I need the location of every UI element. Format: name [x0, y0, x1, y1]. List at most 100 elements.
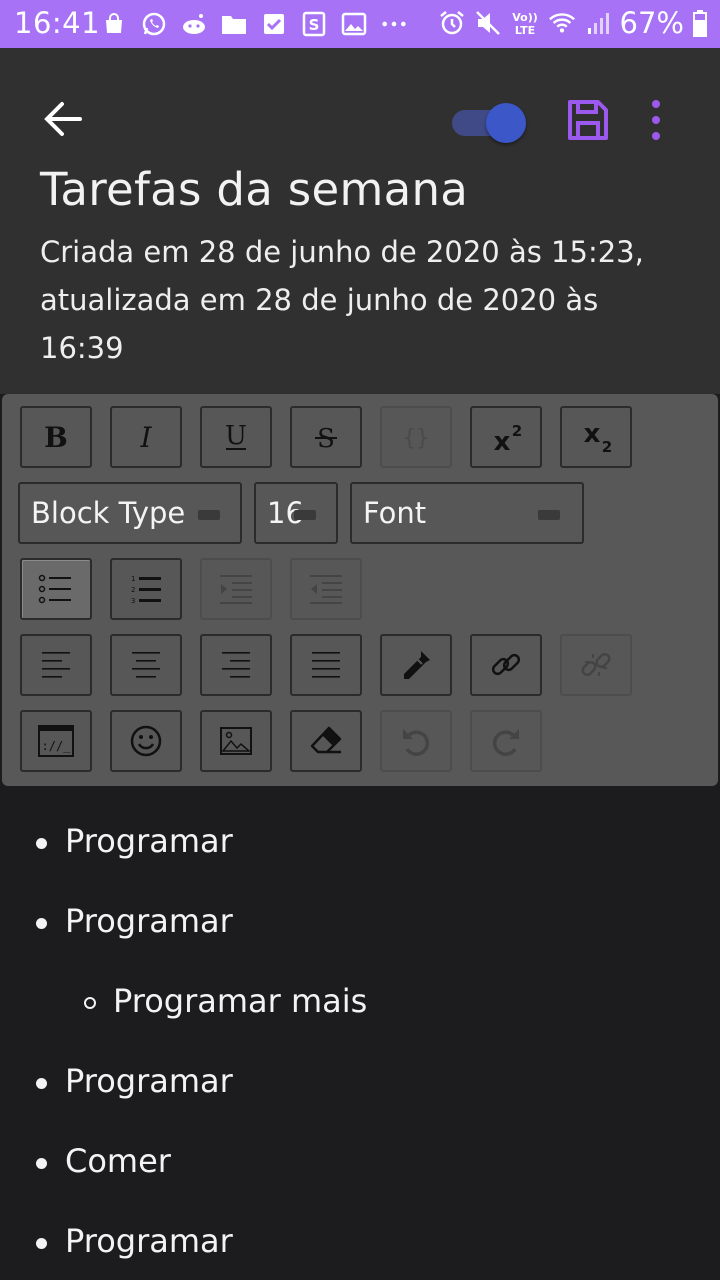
smiley-icon — [130, 725, 162, 757]
emoji-button[interactable] — [110, 710, 182, 772]
strikethrough-icon: S — [315, 424, 337, 454]
svg-text:Vo)): Vo)) — [512, 11, 538, 24]
list-item: Programar — [65, 822, 233, 860]
checkbox-icon — [260, 10, 288, 38]
superscript-button[interactable]: x2 — [470, 406, 542, 468]
mute-icon — [474, 9, 502, 37]
align-center-button[interactable] — [110, 634, 182, 696]
bullet-dot — [36, 918, 47, 929]
align-right-button[interactable] — [200, 634, 272, 696]
code-view-icon: ://_ — [38, 725, 74, 757]
more-options-button[interactable] — [640, 98, 672, 142]
battery-percent: 67% — [619, 6, 684, 40]
reddit-icon — [180, 10, 208, 38]
svg-text:S: S — [309, 16, 320, 34]
align-justify-icon — [312, 652, 340, 678]
underline-button[interactable]: U — [200, 406, 272, 468]
code-braces-icon: {} — [403, 426, 430, 451]
undo-icon — [403, 729, 430, 756]
font-size-caret-icon — [294, 510, 316, 520]
svg-text:3: 3 — [131, 597, 135, 605]
svg-text:x: x — [584, 419, 601, 449]
block-type-caret-icon — [198, 510, 220, 520]
subscript-button[interactable]: x2 — [560, 406, 632, 468]
redo-button[interactable] — [470, 710, 542, 772]
volte-icon: Vo)) LTE — [510, 9, 540, 37]
subscript-icon: x2 — [584, 419, 613, 456]
system-icons: Vo)) LTE 67% — [438, 6, 708, 40]
outdent-button[interactable] — [290, 558, 362, 620]
align-justify-button[interactable] — [290, 634, 362, 696]
svg-text:2: 2 — [131, 586, 135, 594]
list-item: Programar — [65, 1062, 233, 1100]
svg-text:U: U — [225, 421, 247, 451]
image-icon — [340, 10, 368, 38]
save-icon — [568, 100, 608, 140]
bullet-dot — [36, 1158, 47, 1169]
font-family-label: Font — [363, 496, 427, 530]
note-content[interactable]: Programar Programar Programar mais Progr… — [0, 786, 720, 1280]
indent-button[interactable] — [200, 558, 272, 620]
italic-icon: I — [139, 422, 152, 452]
clear-format-button[interactable] — [290, 710, 362, 772]
html-source-button[interactable]: ://_ — [20, 710, 92, 772]
notification-icons: S — [100, 10, 408, 38]
toggle-thumb — [486, 103, 526, 143]
block-type-select[interactable]: Block Type — [18, 482, 242, 544]
battery-icon — [692, 9, 708, 37]
undo-button[interactable] — [380, 710, 452, 772]
more-vert-icon — [652, 100, 660, 140]
svg-text:I: I — [139, 422, 152, 452]
unlink-icon — [581, 652, 611, 677]
italic-button[interactable]: I — [110, 406, 182, 468]
bullet-circle — [84, 997, 96, 1009]
outdent-icon — [310, 575, 342, 604]
bullet-dot — [36, 1078, 47, 1089]
insert-link-button[interactable] — [470, 634, 542, 696]
remove-link-button[interactable] — [560, 634, 632, 696]
indent-icon — [220, 575, 252, 604]
insert-image-button[interactable] — [200, 710, 272, 772]
signal-icon — [584, 9, 612, 37]
list-item: Programar — [65, 902, 233, 940]
align-center-icon — [132, 652, 160, 678]
eraser-icon — [310, 726, 342, 754]
list-item: Programar — [65, 1222, 233, 1260]
bold-button[interactable]: B — [20, 406, 92, 468]
code-button[interactable]: {} — [380, 406, 452, 468]
align-left-button[interactable] — [20, 634, 92, 696]
back-arrow-icon — [44, 102, 82, 136]
block-type-label: Block Type — [31, 496, 186, 530]
save-button[interactable] — [564, 96, 612, 144]
svg-text:x: x — [494, 427, 511, 454]
status-bar: 16:41 S Vo)) LTE 67% — [0, 0, 720, 48]
numbered-list-button[interactable]: 1 2 3 — [110, 558, 182, 620]
mode-toggle[interactable] — [450, 102, 528, 144]
note-dates: Criada em 28 de junho de 2020 às 15:23, … — [40, 235, 644, 365]
bold-icon: B — [44, 422, 68, 452]
redo-icon — [492, 729, 519, 756]
strikethrough-button[interactable]: S — [290, 406, 362, 468]
link-icon — [491, 653, 521, 676]
bulleted-list-button[interactable] — [20, 558, 92, 620]
superscript-icon: x2 — [494, 422, 523, 454]
bulleted-list-icon — [38, 574, 71, 604]
whatsapp-icon — [140, 10, 168, 38]
align-right-icon — [222, 652, 250, 678]
bag-icon — [100, 10, 128, 38]
note-header: Tarefas da semana Criada em 28 de junho … — [0, 48, 720, 394]
font-family-select[interactable]: Font — [350, 482, 584, 544]
alarm-icon — [438, 9, 466, 37]
svg-text:://_: ://_ — [42, 739, 72, 753]
back-button[interactable] — [40, 96, 86, 142]
font-size-select[interactable]: 16 — [254, 482, 338, 544]
s-note-icon: S — [300, 10, 328, 38]
text-color-button[interactable] — [380, 634, 452, 696]
svg-text:{}: {} — [403, 426, 430, 451]
wifi-icon — [548, 9, 576, 37]
list-item: Comer — [65, 1142, 171, 1180]
eyedropper-icon — [404, 651, 430, 679]
svg-text:LTE: LTE — [514, 24, 534, 37]
align-left-icon — [42, 652, 70, 678]
more-dots-icon — [380, 10, 408, 38]
